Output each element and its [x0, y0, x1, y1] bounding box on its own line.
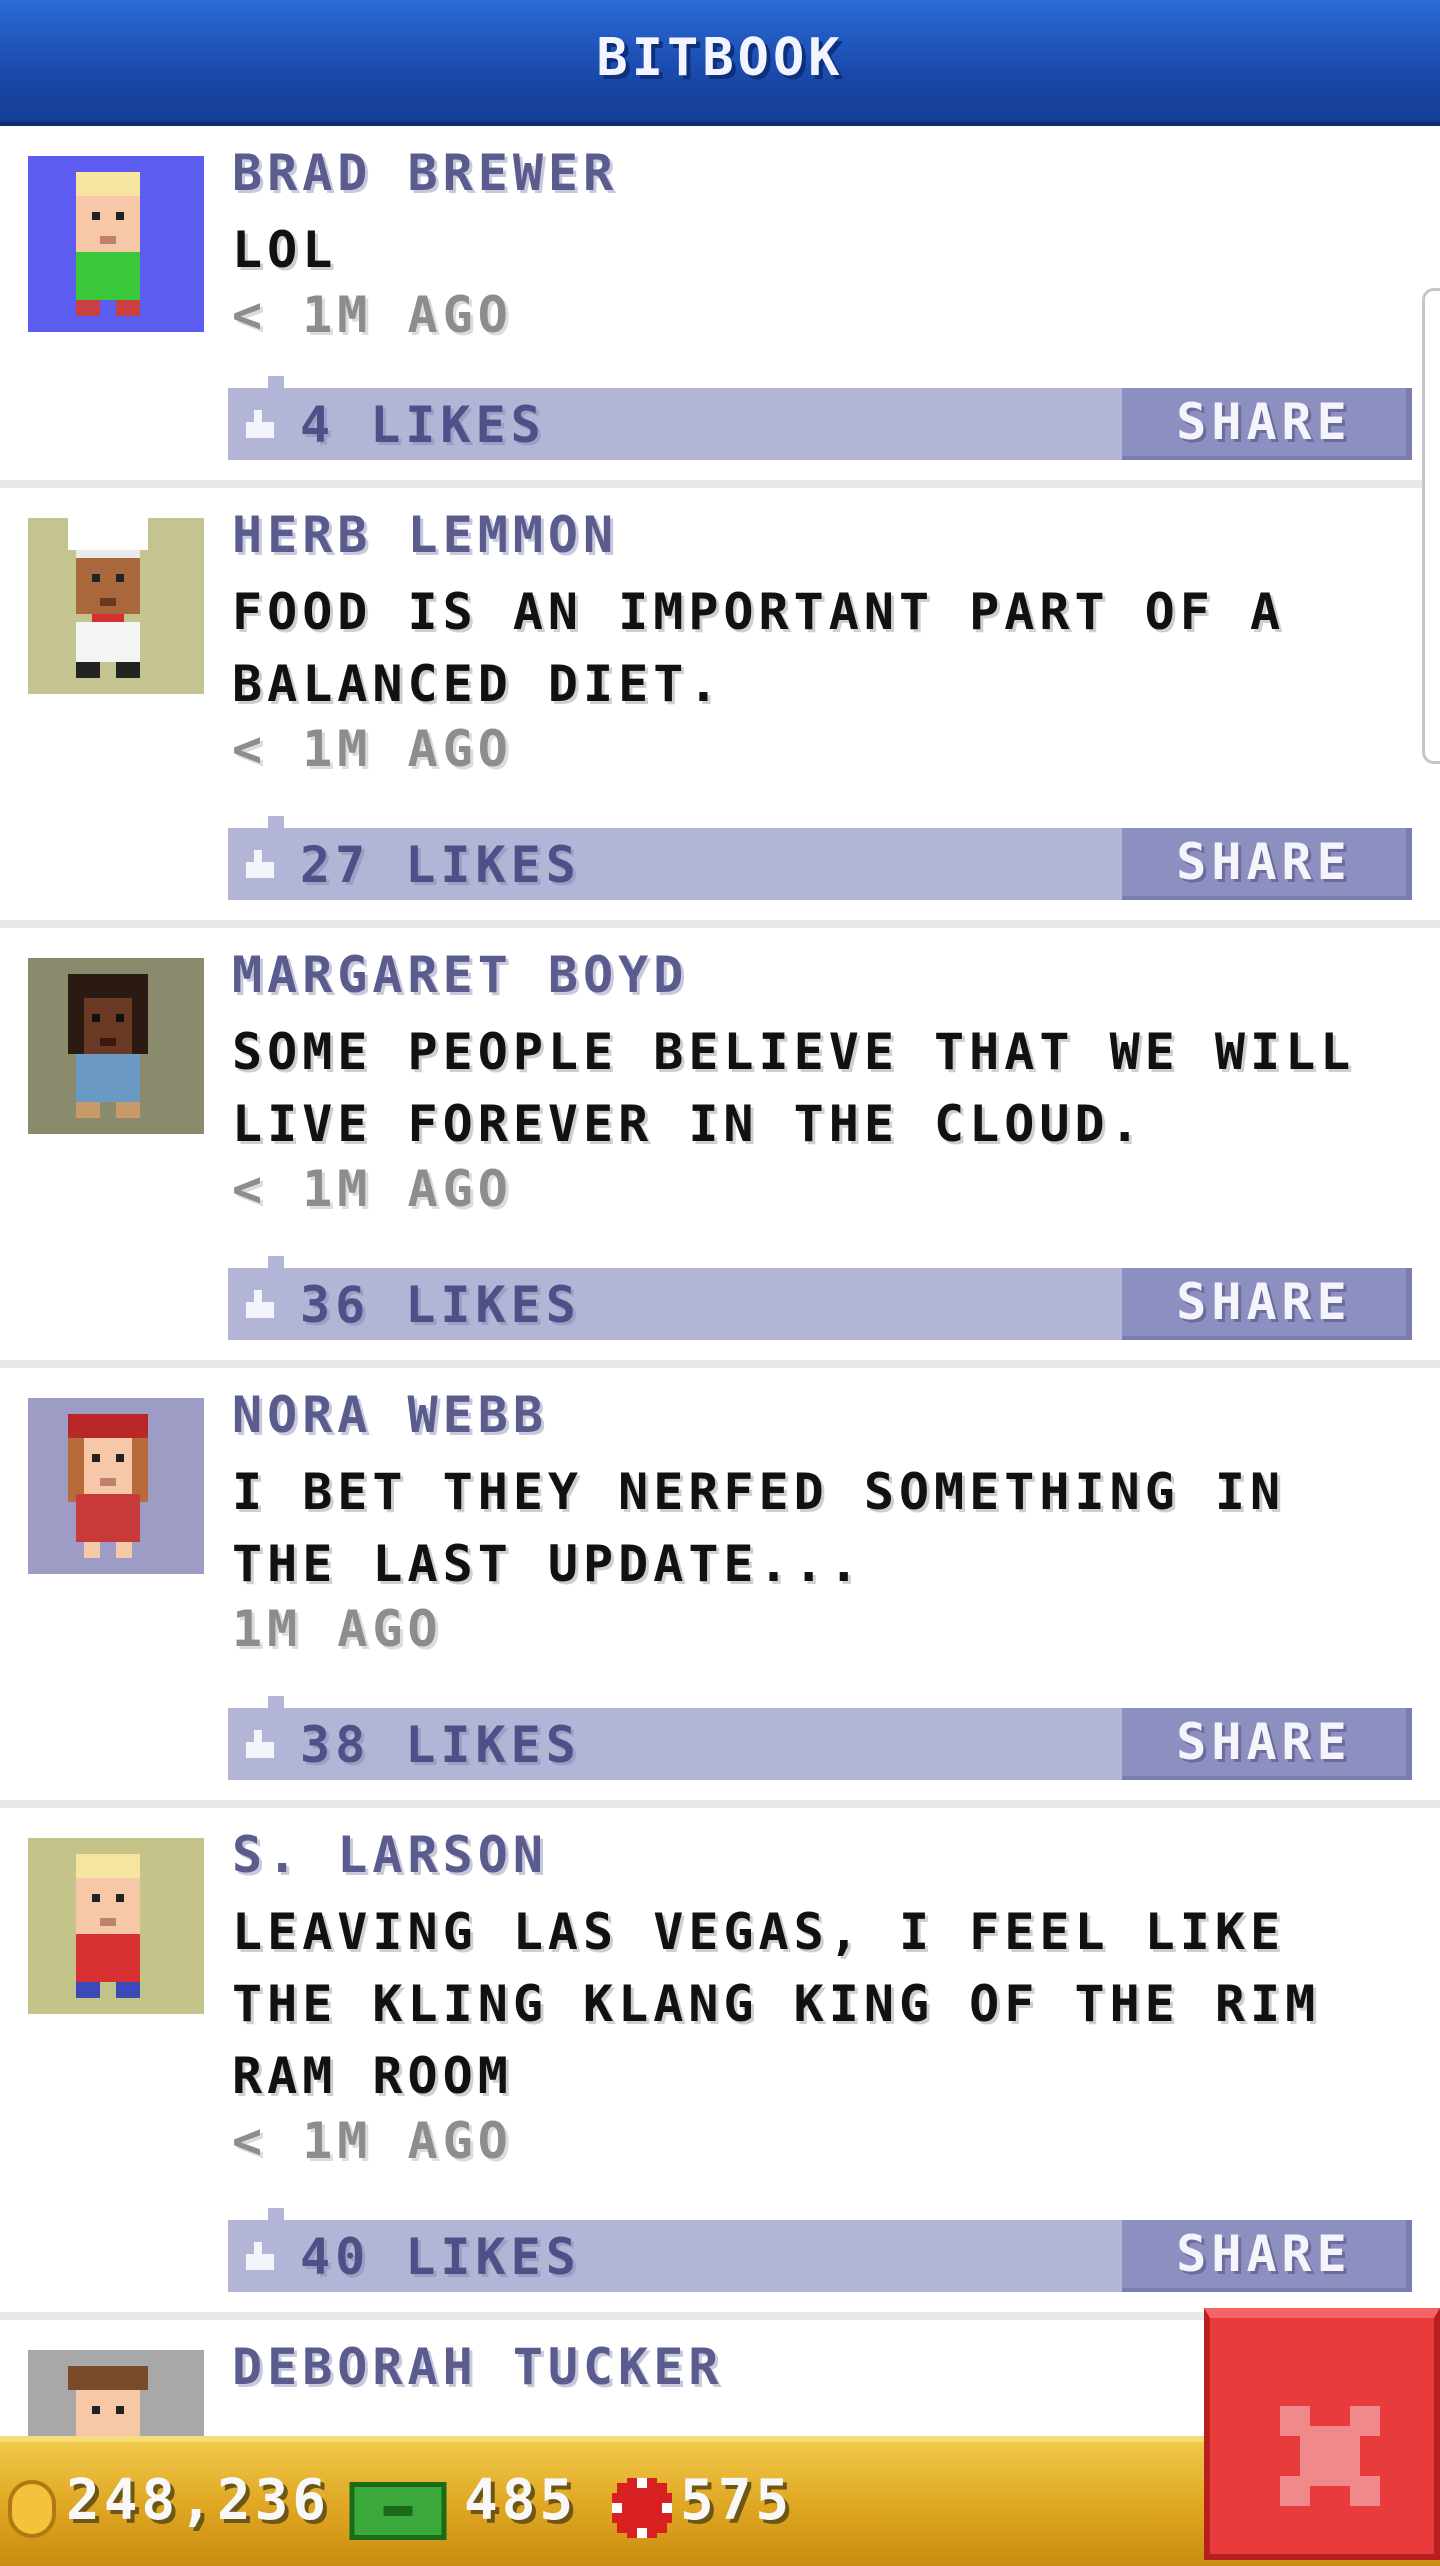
like-bar-notch — [268, 376, 284, 388]
thumbs-up-icon — [246, 850, 274, 878]
post-time: < 1M AGO — [232, 2112, 513, 2170]
thumbs-up-icon — [246, 1290, 274, 1318]
like-bar-notch — [268, 1696, 284, 1708]
share-button[interactable]: SHARE — [1122, 2220, 1412, 2292]
feed-post: NORA WEBB I BET THEY NERFED SOMETHING IN… — [0, 1368, 1440, 1808]
like-count: 4 LIKES — [300, 396, 546, 454]
like-count: 40 LIKES — [300, 2228, 581, 2286]
post-time: < 1M AGO — [232, 1160, 513, 1218]
thumbs-up-icon — [246, 410, 274, 438]
like-count: 38 LIKES — [300, 1716, 581, 1774]
post-author[interactable]: HERB LEMMON — [232, 506, 618, 564]
share-button[interactable]: SHARE — [1122, 1708, 1412, 1780]
close-icon — [1280, 2406, 1380, 2506]
avatar[interactable] — [28, 518, 204, 694]
post-divider — [0, 920, 1440, 928]
post-time: < 1M AGO — [232, 286, 513, 344]
post-author[interactable]: NORA WEBB — [232, 1386, 548, 1444]
post-author[interactable]: MARGARET BOYD — [232, 946, 688, 1004]
scrollbar[interactable] — [1422, 288, 1440, 764]
avatar[interactable] — [28, 1838, 204, 2014]
post-divider — [0, 480, 1440, 488]
chip-icon — [612, 2478, 672, 2538]
post-author[interactable]: BRAD BREWER — [232, 144, 618, 202]
feed-post: HERB LEMMON FOOD IS AN IMPORTANT PART OF… — [0, 488, 1440, 928]
thumbs-up-icon — [246, 1730, 274, 1758]
avatar[interactable] — [28, 958, 204, 1134]
like-bar[interactable]: 36 LIKES SHARE — [228, 1256, 1412, 1340]
chip-count: 575 — [680, 2468, 794, 2533]
like-bar[interactable]: 27 LIKES SHARE — [228, 816, 1412, 900]
post-time: < 1M AGO — [232, 720, 513, 778]
share-button[interactable]: SHARE — [1122, 388, 1412, 460]
post-message: SOME PEOPLE BELIEVE THAT WE WILL LIVE FO… — [232, 1023, 1356, 1153]
thumbs-up-icon — [246, 2242, 274, 2270]
like-bar-notch — [268, 816, 284, 828]
post-message: LOL — [232, 221, 338, 279]
bux-icon — [349, 2482, 447, 2540]
post-divider — [0, 1360, 1440, 1368]
share-button[interactable]: SHARE — [1122, 828, 1412, 900]
avatar[interactable] — [28, 156, 204, 332]
like-bar-notch — [268, 1256, 284, 1268]
like-bar[interactable]: 4 LIKES SHARE — [228, 376, 1412, 460]
post-message: FOOD IS AN IMPORTANT PART OF A BALANCED … — [232, 583, 1286, 713]
share-button[interactable]: SHARE — [1122, 1268, 1412, 1340]
app-header: BITBOOK — [0, 0, 1440, 126]
coin-count: 248,236 — [66, 2468, 331, 2533]
close-button[interactable] — [1204, 2308, 1440, 2560]
avatar[interactable] — [28, 1398, 204, 1574]
post-message: LEAVING LAS VEGAS, I FEEL LIKE THE KLING… — [232, 1903, 1321, 2105]
post-author[interactable]: S. LARSON — [232, 1826, 548, 1884]
bux-count: 485 — [464, 2468, 578, 2533]
post-time: 1M AGO — [232, 1600, 443, 1658]
feed-post: BRAD BREWER LOL < 1M AGO 4 LIKES SHARE — [0, 126, 1440, 488]
like-count: 36 LIKES — [300, 1276, 581, 1334]
post-divider — [0, 1800, 1440, 1808]
post-message: I BET THEY NERFED SOMETHING IN THE LAST … — [232, 1463, 1286, 1593]
feed-post: MARGARET BOYD SOME PEOPLE BELIEVE THAT W… — [0, 928, 1440, 1368]
like-count: 27 LIKES — [300, 836, 581, 894]
like-bar[interactable]: 38 LIKES SHARE — [228, 1696, 1412, 1780]
post-author[interactable]: DEBORAH TUCKER — [232, 2338, 723, 2396]
coin-icon — [8, 2480, 56, 2538]
page-title: BITBOOK — [596, 28, 844, 88]
feed-post: S. LARSON LEAVING LAS VEGAS, I FEEL LIKE… — [0, 1808, 1440, 2320]
like-bar[interactable]: 40 LIKES SHARE — [228, 2208, 1412, 2292]
like-bar-notch — [268, 2208, 284, 2220]
